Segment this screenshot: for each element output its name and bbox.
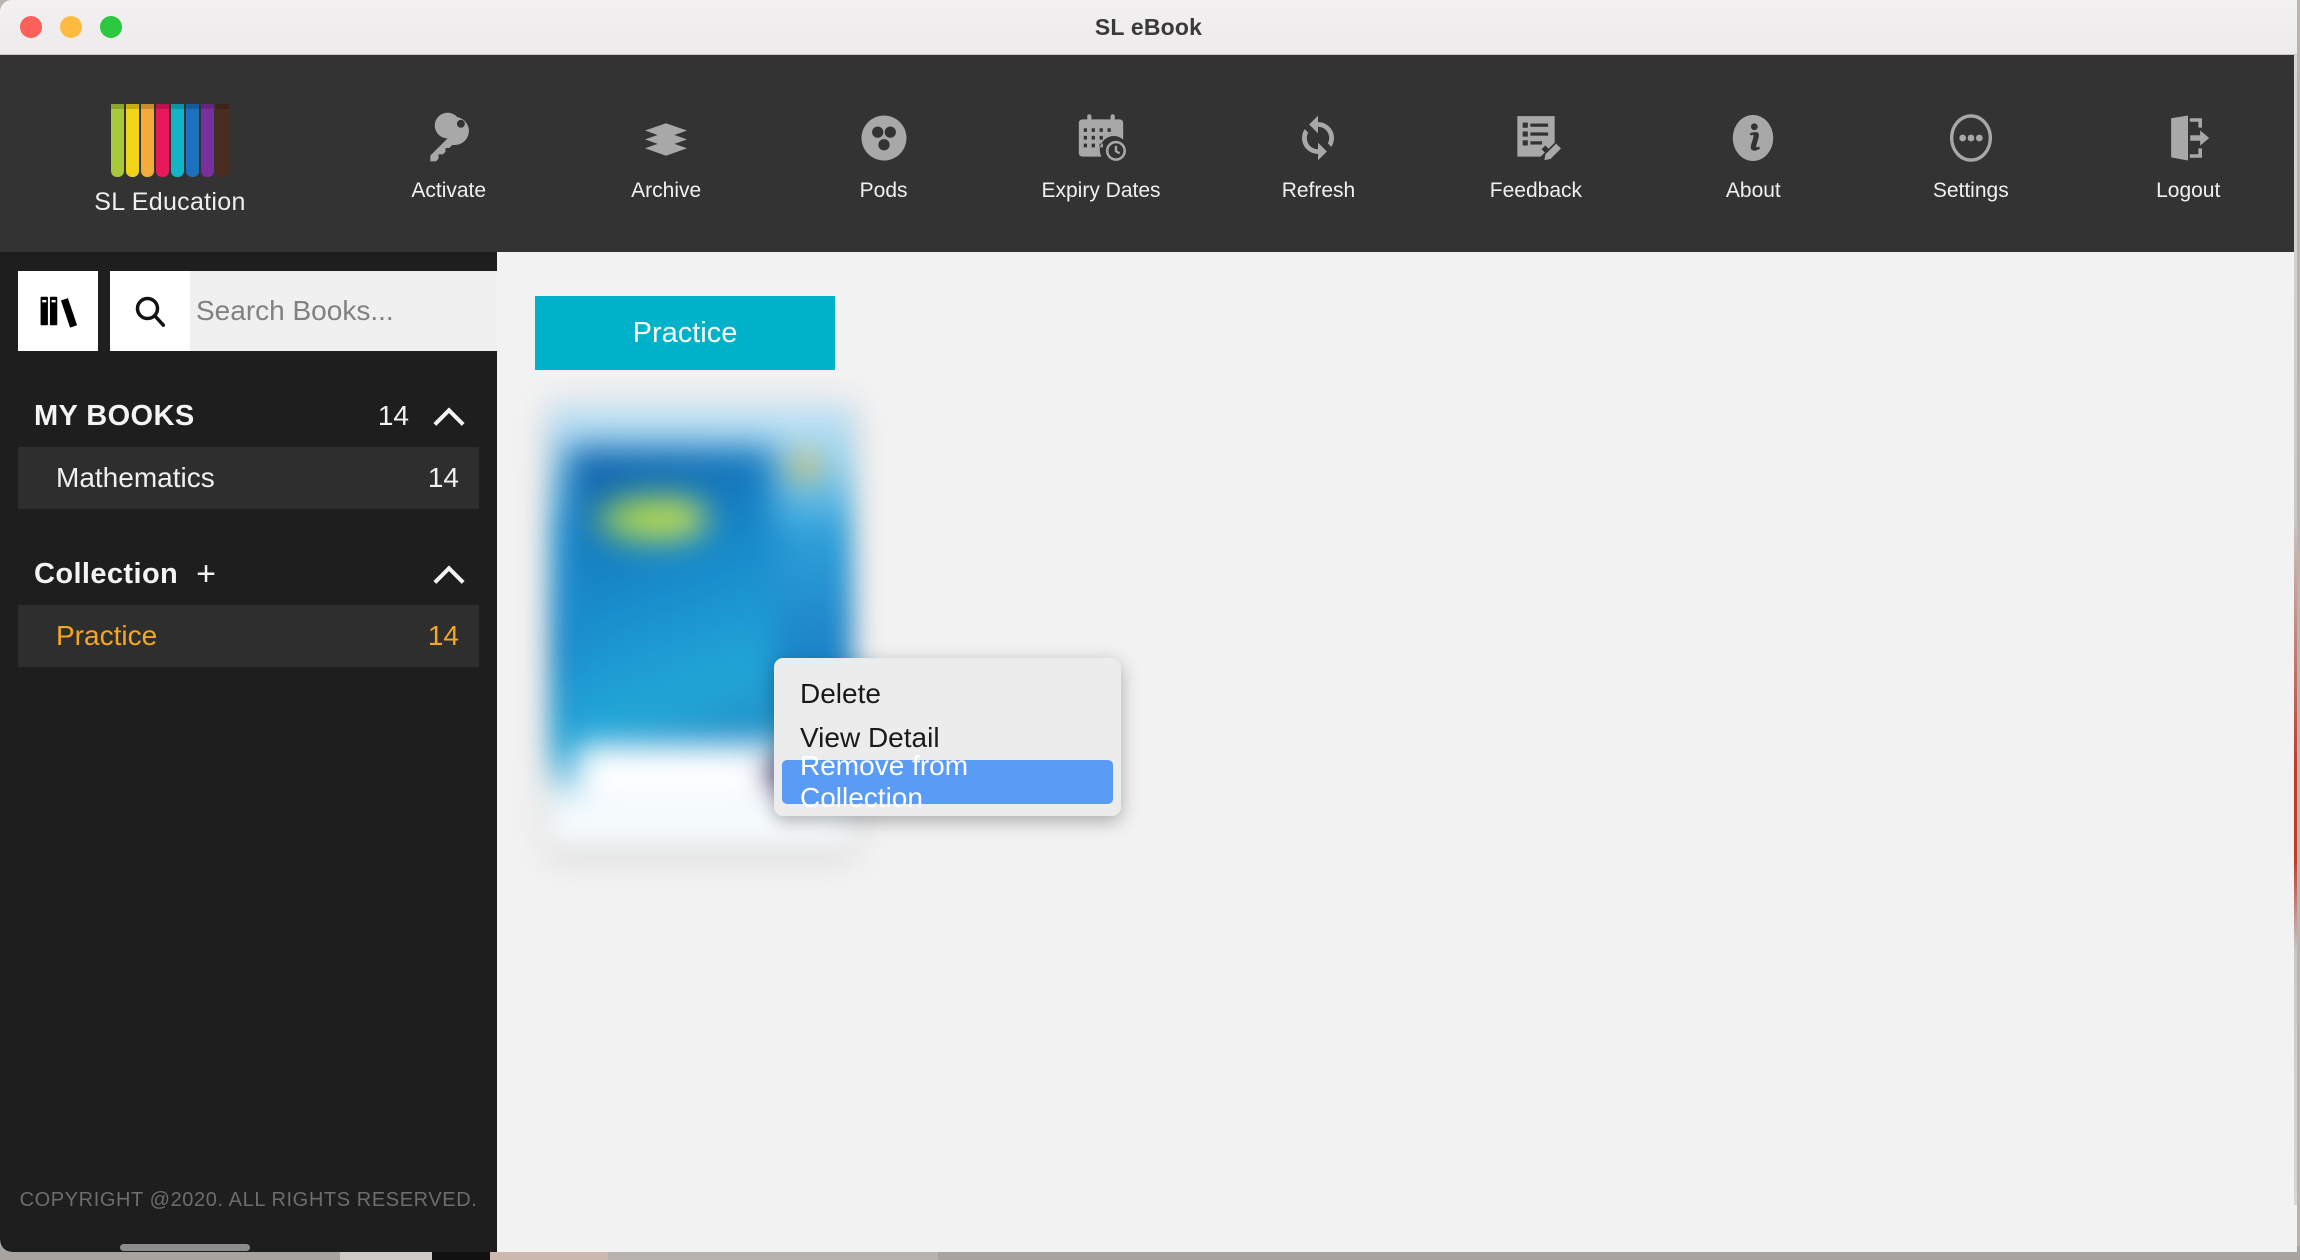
background-window-sliver xyxy=(2294,55,2297,1205)
toolbar-label: Pods xyxy=(859,179,908,202)
title-bar: SL eBook xyxy=(0,0,2297,55)
pods-circle-icon xyxy=(857,107,911,169)
toolbar-item-logout[interactable]: Logout xyxy=(2080,107,2297,203)
book-stack-icon xyxy=(637,107,695,169)
menu-item-label: Delete xyxy=(800,678,881,709)
toolbar-item-archive[interactable]: Archive xyxy=(557,107,774,203)
calendar-clock-icon xyxy=(1073,107,1129,169)
zoom-button[interactable] xyxy=(100,16,122,38)
info-icon xyxy=(1726,107,1780,169)
logo-bar xyxy=(186,104,199,177)
list-item-count: 14 xyxy=(427,620,459,651)
logo-bar xyxy=(216,104,229,177)
sidebar-group-collection[interactable]: Collection + xyxy=(0,543,497,605)
cover-sun-art xyxy=(790,454,820,480)
toolbar-label: Activate xyxy=(411,179,487,202)
list-item-label: Practice xyxy=(56,620,158,651)
sidebar-search-row xyxy=(0,252,567,351)
collection-tab-practice[interactable]: Practice xyxy=(535,296,835,370)
top-toolbar: SL Education Activate Archive Pods Expir… xyxy=(0,55,2297,252)
close-button[interactable] xyxy=(20,16,42,38)
context-menu-item-remove-from-collection[interactable]: Remove from Collection xyxy=(782,750,1113,813)
refresh-icon xyxy=(1290,107,1346,169)
scrollbar-thumb[interactable] xyxy=(120,1244,250,1251)
toolbar-label: Archive xyxy=(631,179,702,202)
copyright-text: COPYRIGHT @2020. ALL RIGHTS RESERVED. xyxy=(19,1189,478,1211)
brand-name: SL Education xyxy=(94,188,246,216)
logo-bar xyxy=(126,104,139,177)
toolbar-item-pods[interactable]: Pods xyxy=(775,107,992,203)
toolbar-label: Refresh xyxy=(1281,179,1356,202)
brand-logo: SL Education xyxy=(0,55,340,252)
toolbar-label: Feedback xyxy=(1489,179,1583,202)
window-controls xyxy=(20,16,122,38)
book-thumbnail-card[interactable]: Delete View Detail Remove from Collectio… xyxy=(542,394,1121,854)
chevron-up-icon[interactable] xyxy=(435,561,461,587)
logo-bar xyxy=(201,104,214,177)
chevron-up-icon[interactable] xyxy=(435,403,461,429)
list-item-label: Mathematics xyxy=(56,462,215,493)
group-title: Collection xyxy=(34,557,179,590)
group-title: MY BOOKS xyxy=(34,399,195,432)
toolbar-label: Expiry Dates xyxy=(1041,179,1161,202)
logo-bar xyxy=(141,104,154,177)
toolbar-item-expiry-dates[interactable]: Expiry Dates xyxy=(992,107,1209,203)
logo-bar xyxy=(156,104,169,177)
toolbar-item-about[interactable]: About xyxy=(1645,107,1862,203)
window-title: SL eBook xyxy=(1094,13,1203,40)
key-icon xyxy=(421,107,477,169)
toolbar-items: Activate Archive Pods Expiry Dates Refre… xyxy=(340,55,2297,203)
sidebar-item-mathematics[interactable]: Mathematics 14 xyxy=(18,447,479,509)
toolbar-label: Logout xyxy=(2156,179,2221,202)
app-root: SL eBook SL Education Activate Archive P… xyxy=(0,0,2300,1260)
window-body: MY BOOKS 14 Mathematics 14 Collection + xyxy=(0,252,2297,1252)
context-menu-item-delete[interactable]: Delete xyxy=(782,672,1113,716)
collection-tab-label: Practice xyxy=(632,316,738,349)
cover-leaf-art xyxy=(598,498,706,540)
sidebar-group-my-books[interactable]: MY BOOKS 14 xyxy=(0,385,497,447)
list-item-count: 14 xyxy=(427,462,459,493)
toolbar-item-feedback[interactable]: Feedback xyxy=(1427,107,1644,203)
context-menu: Delete View Detail Remove from Collectio… xyxy=(774,658,1121,816)
toolbar-item-refresh[interactable]: Refresh xyxy=(1210,107,1427,203)
minimize-button[interactable] xyxy=(60,16,82,38)
toolbar-item-activate[interactable]: Activate xyxy=(340,107,557,203)
ellipsis-circle-icon xyxy=(1944,107,1998,169)
logo-bar xyxy=(111,104,124,177)
logo-bar xyxy=(171,104,184,177)
logo-bars xyxy=(111,104,229,177)
library-books-icon[interactable] xyxy=(18,271,98,351)
form-pencil-icon xyxy=(1508,107,1564,169)
search-icon xyxy=(110,271,190,351)
sidebar: MY BOOKS 14 Mathematics 14 Collection + xyxy=(0,252,567,1252)
main-window: SL eBook SL Education Activate Archive P… xyxy=(0,0,2297,1252)
sidebar-item-practice[interactable]: Practice 14 xyxy=(18,605,479,667)
plus-icon[interactable]: + xyxy=(196,557,216,591)
content-area: Practice Delete View Detail Remove from … xyxy=(497,252,2297,1252)
toolbar-item-settings[interactable]: Settings xyxy=(1862,107,2079,203)
sidebar-horizontal-scrollbar[interactable] xyxy=(0,1243,497,1252)
toolbar-label: About xyxy=(1725,179,1781,202)
logout-door-icon xyxy=(2161,107,2215,169)
toolbar-label: Settings xyxy=(1932,179,2009,202)
menu-item-label: Remove from Collection xyxy=(800,750,969,813)
group-count: 14 xyxy=(377,400,409,431)
